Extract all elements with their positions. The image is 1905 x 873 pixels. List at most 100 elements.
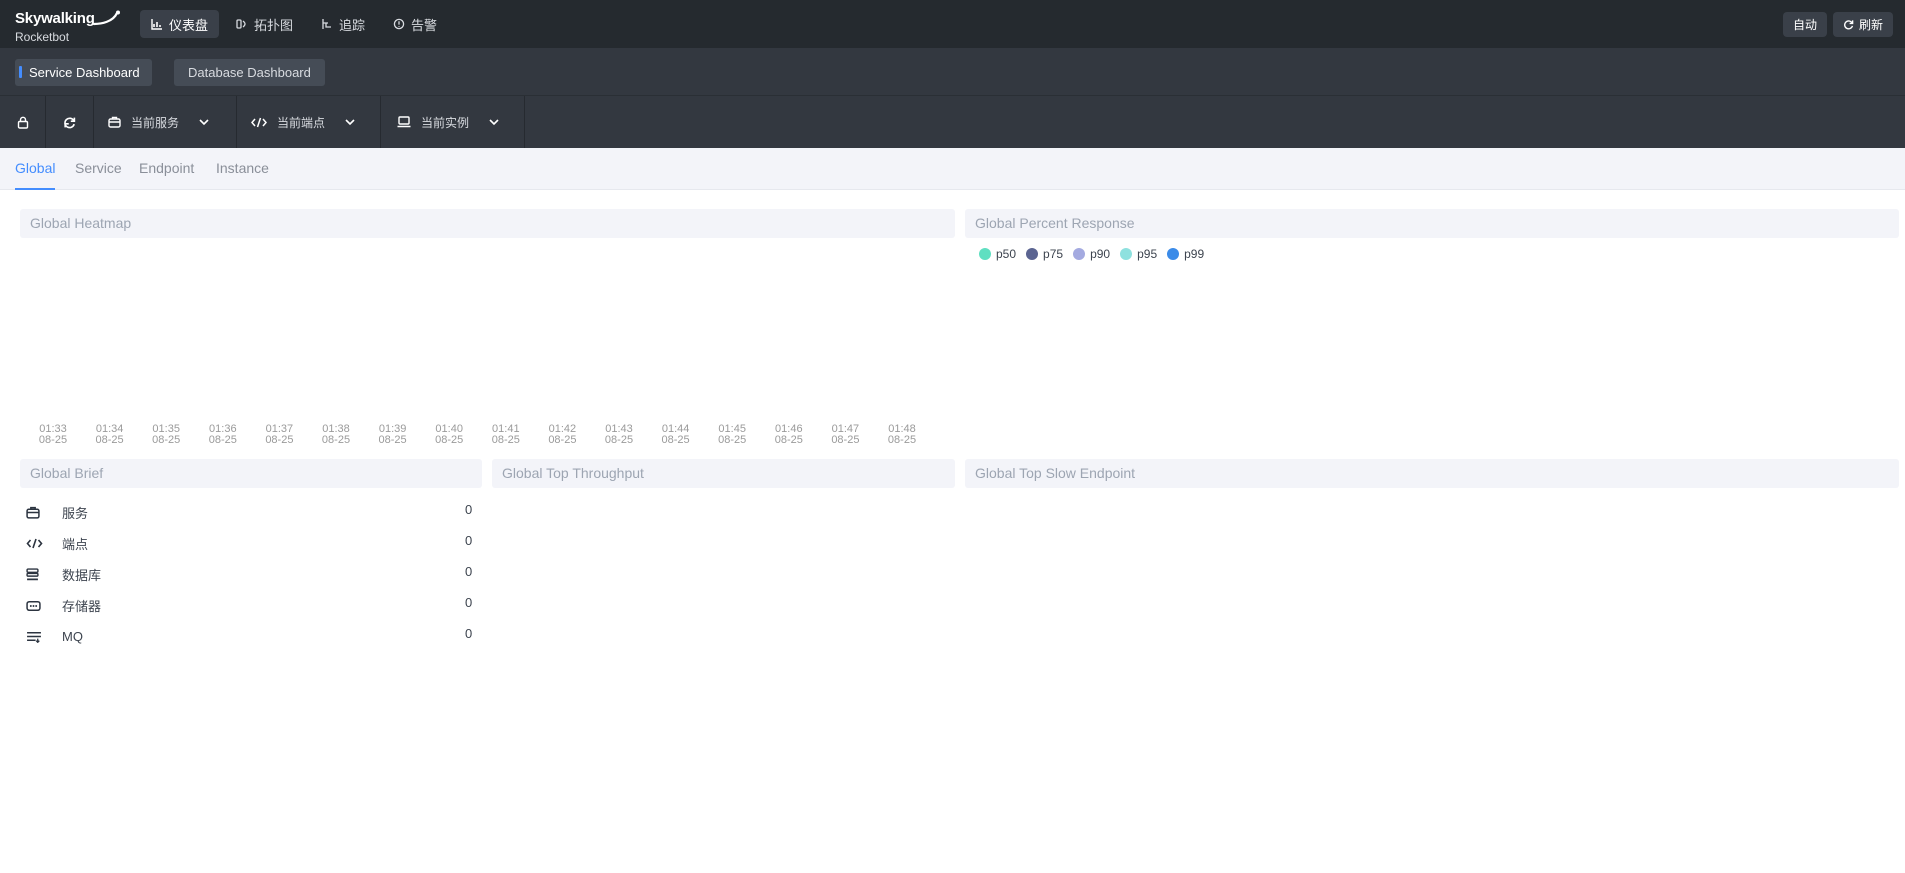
chevron-down-icon <box>489 118 499 125</box>
x-axis-tick-date: 08-25 <box>95 434 124 446</box>
endpoint-selector-label: 当前端点 <box>277 115 326 130</box>
endpoint-selector[interactable]: 当前端点 <box>237 96 381 148</box>
database-icon <box>26 568 39 581</box>
x-axis-tick-date: 08-25 <box>718 434 747 446</box>
x-axis-tick-label: 01:35 08-25 <box>141 424 191 446</box>
percent-response-legend: p50 p75 p90 p95 p99 <box>979 247 1204 261</box>
slow-endpoint-panel-title: Global Top Slow Endpoint <box>965 459 1899 488</box>
header-actions: 自动 刷新 <box>1782 12 1893 37</box>
brief-value-service: 0 <box>465 502 473 517</box>
x-axis-tick-label: 01:36 08-25 <box>198 424 248 446</box>
refresh-button[interactable]: 刷新 <box>1832 12 1893 37</box>
refresh-icon <box>1844 20 1854 30</box>
heatmap-x-axis: 01:33 08-25 01:34 08-25 01:35 08-25 01:36 08-25… <box>28 424 948 448</box>
brief-row-service: 服务 0 <box>26 497 476 528</box>
nav-topology[interactable]: 拓扑图 <box>225 10 304 38</box>
nav-trace[interactable]: 追踪 <box>310 10 376 38</box>
logo-swoosh-icon <box>92 10 120 26</box>
logo-title: Skywalking <box>15 10 95 27</box>
trace-icon <box>322 19 332 29</box>
brief-panel-title: Global Brief <box>20 459 482 488</box>
legend-label-p90: p90 <box>1090 247 1111 261</box>
brief-label-endpoint: 端点 <box>62 537 89 552</box>
heatmap-panel-title: Global Heatmap <box>20 209 955 238</box>
instance-selector[interactable]: 当前实例 <box>381 96 525 148</box>
brief-label-cache: 存储器 <box>62 599 102 614</box>
brief-value-cache: 0 <box>465 595 473 610</box>
brief-label-service: 服务 <box>62 506 89 521</box>
x-axis-tick-label: 01:33 08-25 <box>28 424 78 446</box>
lock-icon <box>17 116 28 129</box>
x-axis-tick-label: 01:42 08-25 <box>537 424 587 446</box>
legend-dot-p95 <box>1120 248 1133 260</box>
mq-icon <box>27 631 41 643</box>
tab-service-dashboard[interactable]: Service Dashboard <box>15 59 152 86</box>
tab-global[interactable]: Global <box>15 148 56 190</box>
chevron-down-icon <box>345 118 355 125</box>
legend-dot-p99 <box>1167 248 1180 260</box>
chevron-down-icon <box>199 118 209 125</box>
nav-alarm-label: 告警 <box>411 17 438 33</box>
logo-subtitle: Rocketbot <box>15 30 70 44</box>
tab-endpoint[interactable]: Endpoint <box>139 148 194 190</box>
reload-button[interactable] <box>46 96 94 148</box>
x-axis-tick-date: 08-25 <box>152 434 181 446</box>
x-axis-tick-label: 01:45 08-25 <box>707 424 757 446</box>
refresh-label: 刷新 <box>1858 18 1883 32</box>
legend-item-p50[interactable]: p50 <box>979 247 1016 261</box>
lock-button[interactable] <box>0 96 46 148</box>
x-axis-tick-label: 01:48 08-25 <box>877 424 927 446</box>
legend-label-p95: p95 <box>1137 247 1158 261</box>
dashboard-tabs: Service Dashboard Database Dashboard <box>0 48 1905 96</box>
x-axis-tick-date: 08-25 <box>38 434 68 446</box>
reload-icon <box>64 116 76 128</box>
x-axis-tick-label: 01:47 08-25 <box>820 424 870 446</box>
brief-value-endpoint: 0 <box>465 533 473 548</box>
brief-row-endpoint: 端点 0 <box>26 528 476 559</box>
tab-service[interactable]: Service <box>75 148 122 190</box>
chart-icon <box>151 19 162 30</box>
x-axis-tick-label: 01:39 08-25 <box>368 424 418 446</box>
nav-dashboard[interactable]: 仪表盘 <box>140 10 220 38</box>
auto-refresh-button[interactable]: 自动 <box>1782 12 1827 37</box>
legend-dot-p50 <box>979 248 991 260</box>
legend-dot-p75 <box>1026 248 1039 260</box>
cache-icon <box>26 600 41 611</box>
x-axis-tick-label: 01:38 08-25 <box>311 424 361 446</box>
legend-item-p75[interactable]: p75 <box>1026 247 1063 261</box>
x-axis-tick-label: 01:44 08-25 <box>651 424 701 446</box>
auto-refresh-label: 自动 <box>1792 18 1817 32</box>
x-axis-tick-label: 01:41 08-25 <box>481 424 531 446</box>
x-axis-tick-date: 08-25 <box>265 434 294 446</box>
legend-label-p99: p99 <box>1184 247 1205 261</box>
x-axis-tick-date: 08-25 <box>887 434 917 446</box>
main-nav: 仪表盘 拓扑图 追踪 告警 <box>140 10 448 38</box>
nav-dashboard-label: 仪表盘 <box>169 17 209 33</box>
legend-dot-p90 <box>1073 248 1086 260</box>
nav-topology-label: 拓扑图 <box>254 17 294 33</box>
legend-item-p99[interactable]: p99 <box>1167 247 1204 261</box>
skywalking-logo[interactable]: Skywalking Rocketbot <box>15 10 120 44</box>
legend-item-p90[interactable]: p90 <box>1073 247 1110 261</box>
brief-row-mq: MQ 0 <box>26 621 476 652</box>
brief-row-database: 数据库 0 <box>26 559 476 590</box>
x-axis-tick-date: 08-25 <box>378 434 407 446</box>
view-tabs: Global Service Endpoint Instance <box>0 148 1905 190</box>
alarm-icon <box>393 18 405 30</box>
service-selector[interactable]: 当前服务 <box>94 96 237 148</box>
legend-item-p95[interactable]: p95 <box>1120 247 1157 261</box>
top-header: Skywalking Rocketbot 仪表盘 拓扑图 追踪 告警 自动 刷新 <box>0 0 1905 48</box>
x-axis-tick-date: 08-25 <box>491 434 520 446</box>
laptop-icon <box>397 116 411 128</box>
tab-instance[interactable]: Instance <box>216 148 269 190</box>
instance-selector-label: 当前实例 <box>421 115 470 130</box>
legend-label-p50: p50 <box>996 247 1017 261</box>
selector-toolbar: 当前服务 当前端点 当前实例 <box>0 96 1905 148</box>
brief-label-database: 数据库 <box>62 568 102 583</box>
x-axis-tick-label: 01:40 08-25 <box>424 424 474 446</box>
tab-database-dashboard[interactable]: Database Dashboard <box>174 59 325 86</box>
x-axis-tick-label: 01:34 08-25 <box>85 424 135 446</box>
x-axis-tick-label: 01:46 08-25 <box>764 424 814 446</box>
x-axis-tick-label: 01:37 08-25 <box>254 424 304 446</box>
nav-alarm[interactable]: 告警 <box>382 10 448 38</box>
